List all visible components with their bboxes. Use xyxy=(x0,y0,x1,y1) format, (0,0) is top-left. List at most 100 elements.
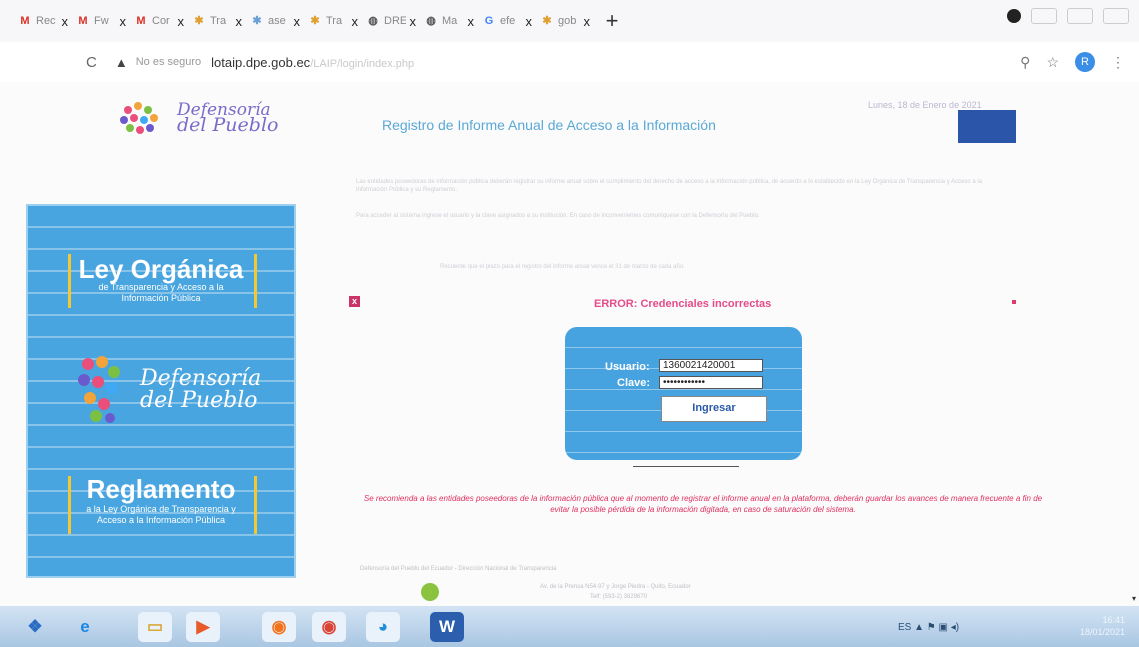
url-domain: lotaip.dpe.gob.ec xyxy=(211,54,311,70)
taskbar-clock[interactable]: 16:41 18/01/2021 xyxy=(1080,614,1125,638)
url-path: /LAIP/login/index.php xyxy=(310,57,415,70)
browser-tab[interactable]: M Cor x xyxy=(130,6,188,36)
site-icon: ✱ xyxy=(542,15,552,27)
globe-icon: ◍ xyxy=(426,15,436,27)
floating-status-icon xyxy=(421,583,439,601)
page-title: Registro de Informe Anual de Acceso a la… xyxy=(382,117,716,133)
globe-icon: ◍ xyxy=(368,15,378,27)
intro-paragraph-3: Recuerde que el plazo para el registro d… xyxy=(440,264,685,270)
start-button[interactable]: ❖ xyxy=(18,612,52,642)
file-explorer-icon[interactable]: ▭ xyxy=(138,612,172,642)
tab-label: Tra xyxy=(326,15,343,27)
browser-tab[interactable]: M Fw x xyxy=(72,6,130,36)
error-message: ERROR: Credenciales incorrectas xyxy=(594,298,772,310)
close-tab-icon[interactable]: x xyxy=(62,14,69,29)
footer-links[interactable]: Defensoría del Pueblo del Ecuador - Dire… xyxy=(360,566,556,572)
tab-list: M Rec x M Fw x M Cor x ✱ Tra x ✱ ase x ✱ Tra x ◍ DRE x ◍ Ma x Ge… xyxy=(14,6,594,36)
scroll-down-arrow-icon[interactable]: ▾ xyxy=(1132,594,1136,603)
password-input[interactable] xyxy=(659,376,763,389)
banner-brand-line1: Defensoría xyxy=(140,366,262,391)
close-tab-icon[interactable]: x xyxy=(526,14,533,29)
close-tab-icon[interactable]: x xyxy=(468,14,475,29)
browser-tab[interactable]: ◍ Ma x xyxy=(420,6,478,36)
gmail-icon: M xyxy=(136,15,146,27)
warning-icon[interactable]: ▲ xyxy=(115,55,128,70)
bookmark-star-icon[interactable]: ☆ xyxy=(1046,54,1059,71)
ecuador-map-logo-icon xyxy=(78,356,120,423)
site-icon: ✱ xyxy=(252,15,262,27)
google-icon: G xyxy=(484,15,494,27)
extension-icon[interactable] xyxy=(1007,9,1021,23)
close-tab-icon[interactable]: x xyxy=(352,14,359,29)
header-logo-text: Defensoría del Pueblo xyxy=(177,102,279,136)
reglamento-subtitle: a la Ley Orgánica de Transparencia y Acc… xyxy=(86,504,236,525)
browser-tab[interactable]: ✱ Tra x xyxy=(188,6,246,36)
intro-paragraph-1: Las entidades poseedoras de información … xyxy=(356,179,983,193)
username-input[interactable] xyxy=(659,359,763,372)
tab-label: Cor xyxy=(152,15,170,27)
internet-explorer-icon[interactable]: e xyxy=(68,612,102,642)
reglamento-title: Reglamento xyxy=(86,474,236,504)
clock-date: 18/01/2021 xyxy=(1080,627,1126,637)
browser-tab[interactable]: Gefe x xyxy=(478,6,536,36)
browser-tab[interactable]: ✱ ase x xyxy=(246,6,304,36)
url-input[interactable]: lotaip.dpe.gob.ec/LAIP/login/index.php xyxy=(211,55,414,70)
browser-tab[interactable]: ✱ Tra x xyxy=(304,6,362,36)
error-marker xyxy=(1012,300,1016,304)
edge-icon[interactable]: ◕ xyxy=(366,612,400,642)
close-tab-icon[interactable]: x xyxy=(178,14,185,29)
chrome-icon[interactable]: ◉ xyxy=(312,612,346,642)
tab-label: efe xyxy=(500,15,516,27)
tab-label: gob xyxy=(558,15,577,27)
close-tab-icon[interactable]: x xyxy=(584,14,591,29)
browser-tab[interactable]: ◍ DRE x xyxy=(362,6,420,36)
law-title: Ley Orgánica xyxy=(78,254,244,284)
new-tab-button[interactable]: + xyxy=(600,8,624,34)
maximize-button[interactable] xyxy=(1067,8,1093,24)
tab-label: DRE xyxy=(384,15,406,27)
banner-brand: Defensoría del Pueblo xyxy=(140,368,261,412)
browser-tab-strip: M Rec x M Fw x M Cor x ✱ Tra x ✱ ase x ✱ Tra x ◍ DRE x ◍ Ma x Ge… xyxy=(0,0,1139,42)
security-status[interactable]: No es seguro xyxy=(136,56,201,68)
site-icon: ✱ xyxy=(194,15,204,27)
login-form: Usuario: Clave: Ingresar xyxy=(565,327,802,460)
windows-taskbar: ❖ e ▭ ▶ ◉ ◉ ◕ W ES ▲ ⚑ ▣ ◂) 16:41 18/01/2021 xyxy=(0,606,1139,647)
browser-tab[interactable]: ✱ gob x xyxy=(536,6,594,36)
recommendation-note: Se recomienda a las entidades poseedoras… xyxy=(363,494,1043,514)
ingresar-button[interactable]: Ingresar xyxy=(661,396,767,422)
header-banner-button[interactable] xyxy=(958,110,1016,143)
minimize-button[interactable] xyxy=(1031,8,1057,24)
ley-organica-banner[interactable]: Ley Orgánica de Transparencia y Acceso a… xyxy=(26,204,296,578)
window-controls xyxy=(1007,8,1129,24)
search-icon[interactable]: ⚲ xyxy=(1020,54,1030,71)
username-label: Usuario: xyxy=(605,361,650,373)
banner-brand-line2: del Pueblo xyxy=(140,388,258,413)
browser-menu-icon[interactable]: ⋮ xyxy=(1111,54,1125,71)
close-tab-icon[interactable]: x xyxy=(236,14,243,29)
system-tray[interactable]: ES ▲ ⚑ ▣ ◂) xyxy=(898,622,959,633)
close-tab-icon[interactable]: x xyxy=(294,14,301,29)
header-date: Lunes, 18 de Enero de 2021 xyxy=(868,100,982,110)
law-subtitle: de Transparencia y Acceso a la Informaci… xyxy=(98,282,224,303)
logo-line2: del Pueblo xyxy=(177,114,279,136)
media-player-icon[interactable]: ▶ xyxy=(186,612,220,642)
tab-label: Ma xyxy=(442,15,458,27)
firefox-icon[interactable]: ◉ xyxy=(262,612,296,642)
footer-phone: Telf: (593-2) 3829670 xyxy=(590,594,648,600)
site-icon: ✱ xyxy=(310,15,320,27)
profile-avatar[interactable]: R xyxy=(1075,52,1095,72)
address-bar: C ▲ No es seguro lotaip.dpe.gob.ec/LAIP/… xyxy=(0,42,1139,82)
reload-icon[interactable]: C xyxy=(86,54,97,71)
gmail-icon: M xyxy=(20,15,30,27)
browser-tab[interactable]: M Rec x xyxy=(14,6,72,36)
word-icon[interactable]: W xyxy=(430,612,464,642)
tab-label: Fw xyxy=(94,15,109,27)
defensoria-logo-icon xyxy=(120,102,158,134)
close-tab-icon[interactable]: x xyxy=(120,14,127,29)
close-tab-icon[interactable]: x xyxy=(410,14,417,29)
close-window-button[interactable] xyxy=(1103,8,1129,24)
footer-address: Av. de la Prensa N54-97 y Jorge Piedra -… xyxy=(540,584,691,590)
tab-label: Rec xyxy=(36,15,56,27)
clock-time: 16:41 xyxy=(1102,615,1126,625)
close-error-icon[interactable]: x xyxy=(349,296,360,307)
